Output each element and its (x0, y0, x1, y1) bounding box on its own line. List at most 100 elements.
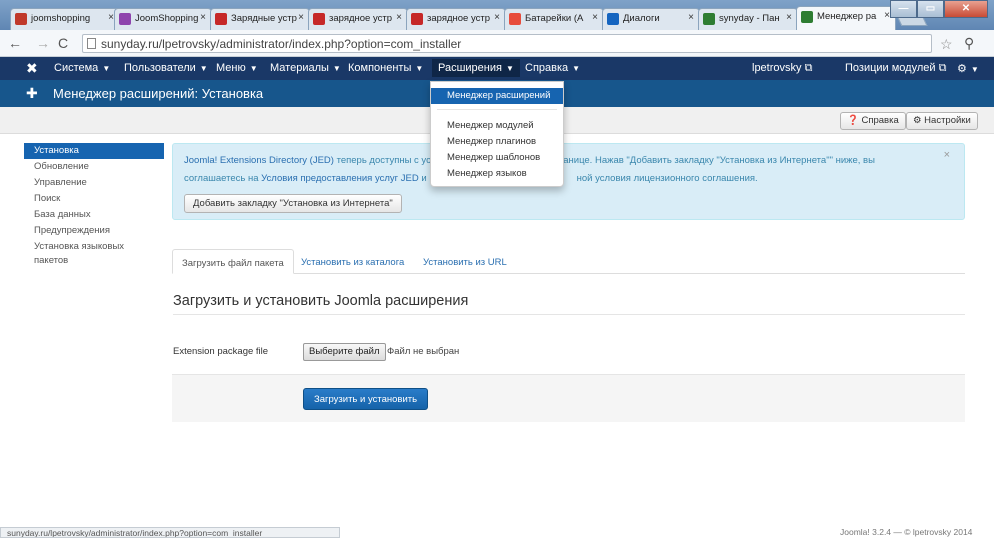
caret-down-icon: ▼ (415, 64, 424, 73)
tab-label: Диалоги (623, 13, 660, 24)
page-icon (87, 38, 96, 49)
sidebar-item-update[interactable]: Обновление (24, 159, 164, 175)
dropdown-item-language-manager[interactable]: Менеджер языков (431, 166, 563, 182)
tab-close-icon[interactable]: × (396, 12, 402, 23)
external-link-icon: ⧉ (804, 62, 813, 74)
footer-copyright: Joomla! 3.2.4 — © lpetrovsky 2014 (840, 527, 973, 537)
caret-down-icon: ▼ (572, 64, 581, 73)
tab-favicon-icon (607, 13, 619, 25)
package-file-label: Extension package file (173, 346, 269, 357)
dropdown-item-template-manager[interactable]: Менеджер шаблонов (431, 150, 563, 166)
tab-close-icon[interactable]: × (592, 12, 598, 23)
dropdown-divider (437, 109, 557, 110)
caret-down-icon: ▼ (249, 64, 258, 73)
reload-icon[interactable]: C (58, 35, 68, 51)
maximize-button[interactable]: ▭ (917, 0, 944, 18)
tab-label: Зарядные устр (231, 13, 297, 24)
dropdown-item-plugin-manager[interactable]: Менеджер плагинов (431, 134, 563, 150)
browser-tab[interactable]: joomshopping × (10, 8, 120, 30)
jed-info-alert: Joomla! Extensions Directory (JED) тепер… (172, 143, 965, 220)
browser-tab[interactable]: зарядное устр × (308, 8, 408, 30)
close-icon[interactable]: × (944, 149, 950, 161)
section-divider (173, 314, 965, 315)
url-field[interactable]: sunyday.ru/lpetrovsky/administrator/inde… (82, 34, 932, 53)
tab-label: joomshopping (31, 13, 91, 24)
menu-help[interactable]: Справка ▼ (525, 62, 580, 74)
sidebar-item-install-languages-cont[interactable]: пакетов (24, 253, 164, 269)
browser-tab-active[interactable]: Менеджер ра × (796, 6, 896, 30)
joomla-logo-icon[interactable]: ✖ (26, 60, 38, 77)
tab-label: Менеджер ра (817, 11, 877, 22)
caret-down-icon: ▼ (102, 64, 111, 73)
tab-close-icon[interactable]: × (298, 12, 304, 23)
bookmark-star-icon[interactable]: ☆ (940, 36, 953, 53)
gear-icon: ⚙ (957, 63, 967, 75)
browser-tab-bar: joomshopping × JoomShopping × Зарядные у… (0, 0, 994, 30)
question-icon: ❓ (847, 115, 859, 126)
tab-close-icon[interactable]: × (786, 12, 792, 23)
tab-close-icon[interactable]: × (200, 12, 206, 23)
tab-label: зарядное устр (427, 13, 490, 24)
gear-icon: ⚙ (913, 115, 922, 126)
tab-upload-package[interactable]: Загрузить файл пакета (172, 249, 294, 274)
caret-down-icon: ▼ (505, 64, 514, 73)
upload-install-button[interactable]: Загрузить и установить (303, 388, 429, 410)
jed-terms-link[interactable]: Условия предоставления услуг JED (261, 173, 419, 184)
help-button[interactable]: ❓ Справка (840, 112, 906, 130)
tab-favicon-icon (801, 11, 813, 23)
menu-extensions[interactable]: Расширения ▼ (432, 59, 520, 77)
browser-tab[interactable]: Диалоги × (602, 8, 700, 30)
user-link[interactable]: lpetrovsky ⧉ (752, 62, 812, 75)
form-actions: Загрузить и установить (172, 374, 965, 422)
sidebar-item-install-languages[interactable]: Установка языковых (24, 239, 164, 253)
sidebar-item-discover[interactable]: Поиск (24, 191, 164, 207)
forward-arrow-icon[interactable]: → (36, 35, 50, 51)
browser-tab[interactable]: JoomShopping × (114, 8, 212, 30)
tab-close-icon[interactable]: × (494, 12, 500, 23)
add-install-from-web-button[interactable]: Добавить закладку "Установка из Интернет… (184, 194, 402, 213)
settings-button[interactable]: ⚙ Настройки (906, 112, 978, 130)
sidebar-item-warnings[interactable]: Предупреждения (24, 223, 164, 239)
window-controls: — ▭ ✕ (890, 0, 988, 20)
tab-favicon-icon (509, 13, 521, 25)
browser-tab[interactable]: Зарядные устр × (210, 8, 310, 30)
dropdown-item-module-manager[interactable]: Менеджер модулей (431, 118, 563, 134)
browser-status-bar: sunyday.ru/lpetrovsky/administrator/inde… (0, 527, 340, 538)
menu-components[interactable]: Компоненты ▼ (348, 62, 423, 74)
section-title: Загрузить и установить Joomla расширения (173, 293, 469, 309)
menu-users[interactable]: Пользователи ▼ (124, 62, 208, 74)
sidebar: Установка Обновление Управление Поиск Ба… (24, 143, 164, 269)
browser-tab[interactable]: Батарейки (А × (504, 8, 604, 30)
browser-tab[interactable]: synyday - Пан × (698, 8, 798, 30)
browser-tab[interactable]: зарядное устр × (406, 8, 506, 30)
sidebar-item-database[interactable]: База данных (24, 207, 164, 223)
external-link-icon: ⧉ (938, 62, 947, 74)
tab-close-icon[interactable]: × (688, 12, 694, 23)
extensions-dropdown: Менеджер расширений Менеджер модулей Мен… (430, 81, 564, 187)
back-arrow-icon[interactable]: ← (8, 35, 22, 51)
sidebar-item-install[interactable]: Установка (24, 143, 164, 159)
menu-content[interactable]: Материалы ▼ (270, 62, 341, 74)
tab-install-from-url[interactable]: Установить из URL (414, 249, 516, 274)
close-window-button[interactable]: ✕ (944, 0, 988, 18)
menu-system[interactable]: Система ▼ (54, 62, 110, 74)
file-status-text: Файл не выбран (387, 346, 460, 357)
jed-link[interactable]: Joomla! Extensions Directory (JED) (184, 155, 334, 166)
user-settings-menu[interactable]: ⚙ ▼ (957, 62, 979, 75)
tab-favicon-icon (411, 13, 423, 25)
tab-label: synyday - Пан (719, 13, 780, 24)
tab-install-from-directory[interactable]: Установить из каталога (292, 249, 413, 274)
caret-down-icon: ▼ (970, 65, 979, 74)
caret-down-icon: ▼ (332, 64, 341, 73)
tab-favicon-icon (15, 13, 27, 25)
menu-menus[interactable]: Меню ▼ (216, 62, 258, 74)
choose-file-button[interactable]: Выберите файл (303, 343, 386, 361)
url-text: sunyday.ru/lpetrovsky/administrator/inde… (101, 37, 462, 51)
sidebar-item-manage[interactable]: Управление (24, 175, 164, 191)
tab-favicon-icon (703, 13, 715, 25)
minimize-button[interactable]: — (890, 0, 917, 18)
dropdown-item-extension-manager[interactable]: Менеджер расширений (431, 88, 563, 104)
settings-wrench-icon[interactable]: ⚲ (964, 35, 974, 52)
module-positions-link[interactable]: Позиции модулей ⧉ (845, 62, 946, 75)
address-bar-row: ← → C sunyday.ru/lpetrovsky/administrato… (0, 30, 994, 57)
